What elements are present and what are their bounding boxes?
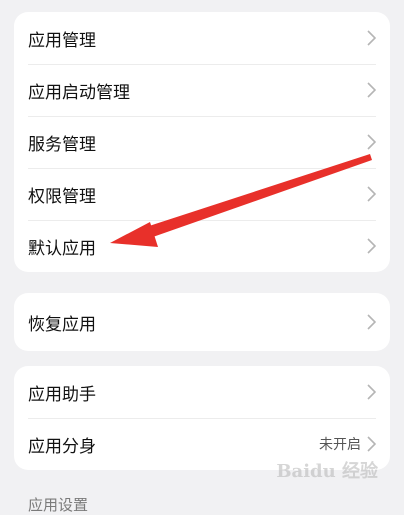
baidu-watermark: Baidu 经验 — [276, 461, 378, 482]
row-label: 默认应用 — [28, 238, 96, 259]
row-app-assistant[interactable]: 应用助手 — [14, 366, 390, 418]
app-settings-card: 应用管理 应用启动管理 服务管理 权限管理 默认应用 — [14, 12, 390, 272]
row-label: 应用管理 — [28, 30, 96, 51]
row-service-management[interactable]: 服务管理 — [14, 116, 390, 168]
chevron-right-icon — [367, 384, 376, 400]
chevron-right-icon — [367, 314, 376, 330]
row-label: 应用分身 — [28, 436, 96, 457]
chevron-right-icon — [367, 186, 376, 202]
row-label: 服务管理 — [28, 134, 96, 155]
row-restore-apps[interactable]: 恢复应用 — [14, 293, 390, 351]
row-app-management[interactable]: 应用管理 — [14, 12, 390, 64]
chevron-right-icon — [367, 30, 376, 46]
row-label: 应用助手 — [28, 384, 96, 405]
row-default-apps[interactable]: 默认应用 — [14, 220, 390, 272]
row-label: 应用启动管理 — [28, 82, 130, 103]
row-permission-management[interactable]: 权限管理 — [14, 168, 390, 220]
section-title-app-settings: 应用设置 — [28, 496, 89, 514]
chevron-right-icon — [367, 134, 376, 150]
app-twin-status: 未开启 — [319, 437, 361, 453]
chevron-right-icon — [367, 238, 376, 254]
restore-card: 恢复应用 — [14, 293, 390, 351]
row-label: 恢复应用 — [28, 314, 96, 335]
chevron-right-icon — [367, 436, 376, 452]
row-label: 权限管理 — [28, 186, 96, 207]
assistant-card: 应用助手 应用分身 未开启 — [14, 366, 390, 470]
row-app-launch-management[interactable]: 应用启动管理 — [14, 64, 390, 116]
chevron-right-icon — [367, 82, 376, 98]
